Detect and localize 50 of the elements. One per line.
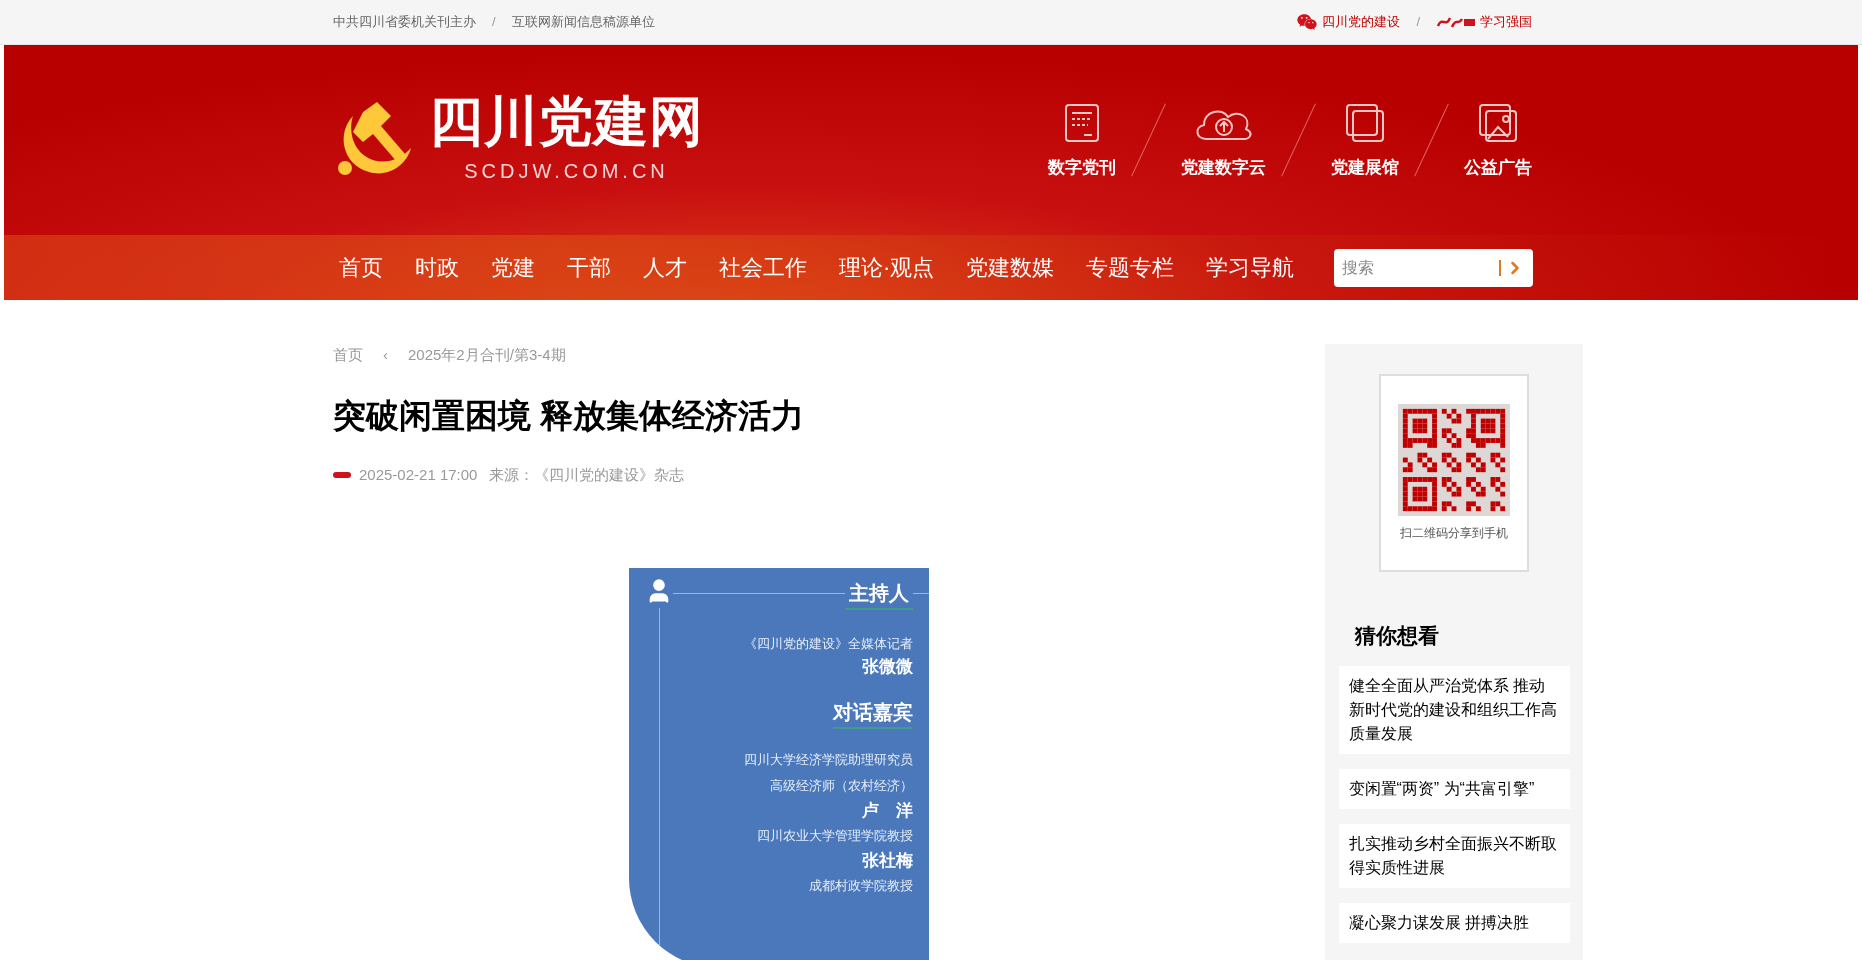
infographic-role: 四川大学经济学院助理研究员 <box>744 751 913 770</box>
meta-mark <box>333 472 351 478</box>
separator: / <box>1416 13 1420 32</box>
search-box[interactable]: 搜索 <box>1334 248 1534 287</box>
site-title: 四川党建网 <box>429 94 704 148</box>
infographic-name: 卢 洋 <box>862 800 913 823</box>
nav-item[interactable]: 首页 <box>337 251 385 284</box>
infographic-role: 成都村政学院教授 <box>809 877 913 896</box>
journal-icon <box>1062 102 1102 143</box>
shortcut-link[interactable]: 数字党刊 <box>1048 102 1116 180</box>
nav-item[interactable]: 理论·观点 <box>837 251 937 284</box>
shortcut-link[interactable]: 党建数字云 <box>1181 102 1266 180</box>
article-date: 2025-02-21 17:00 <box>359 464 478 485</box>
infographic-role: 高级经济师（农村经济） <box>770 777 913 796</box>
related-heading: 猜你想看 <box>1355 623 1439 649</box>
breadcrumb-separator: ‹ <box>383 345 388 365</box>
article-source: 来源：《四川党的建设》杂志 <box>489 464 685 485</box>
infographic-name: 张社梅 <box>862 850 913 873</box>
wechat-icon <box>1296 13 1319 31</box>
top-link[interactable]: 互联网新闻信息稿源单位 <box>511 12 655 32</box>
nav-item[interactable]: 专题专栏 <box>1084 251 1177 284</box>
vr-icon <box>1345 102 1385 143</box>
nav-item[interactable]: 党建数媒 <box>964 251 1057 284</box>
top-link[interactable]: 四川党的建设 <box>1322 12 1401 32</box>
related-article-link[interactable]: 扎实推动乡村全面振兴不断取得实质性进展 <box>1338 823 1570 888</box>
nav-item[interactable]: 时政 <box>413 251 461 284</box>
nav-item[interactable]: 党建 <box>489 251 537 284</box>
infographic-name: 张微微 <box>862 655 913 678</box>
breadcrumb-link[interactable]: 2025年2月合刊/第3-4期 <box>408 344 566 367</box>
nav-item[interactable]: 人才 <box>641 251 689 284</box>
breadcrumb-link[interactable]: 首页 <box>333 344 363 367</box>
separator: / <box>492 13 496 32</box>
picture-icon <box>1478 102 1518 143</box>
top-link[interactable]: 中共四川省委机关刊主办 <box>333 12 476 32</box>
nav-item[interactable]: 干部 <box>565 251 613 284</box>
infographic-role: 《四川党的建设》全媒体记者 <box>744 635 913 654</box>
related-article-link[interactable]: 凝心聚力谋发展 拼搏决胜 <box>1338 902 1570 943</box>
search-field[interactable]: 搜索 <box>1342 255 1500 280</box>
infographic-role: 四川农业大学管理学院教授 <box>757 827 913 846</box>
shortcut-link[interactable]: 党建展馆 <box>1331 102 1399 180</box>
related-article-link[interactable]: 变闲置“两资” 为“共富引擎” <box>1338 768 1570 809</box>
infographic-heading: 对话嘉宾 <box>833 697 913 730</box>
shortcut-link[interactable]: 公益广告 <box>1464 102 1532 180</box>
site-domain: SCDJW.COM.CN <box>464 159 669 184</box>
top-link[interactable]: 学习强国 <box>1480 12 1532 32</box>
article-title: 突破闲置困境 释放集体经济活力 <box>333 395 806 436</box>
nav-item[interactable]: 学习导航 <box>1204 251 1297 284</box>
qr-caption: 扫二维码分享到手机 <box>1400 525 1508 542</box>
nav-item[interactable]: 社会工作 <box>717 251 809 284</box>
related-article-link[interactable]: 健全全面从严治党体系 推动新时代党的建设和组织工作高质量发展 <box>1338 665 1570 754</box>
